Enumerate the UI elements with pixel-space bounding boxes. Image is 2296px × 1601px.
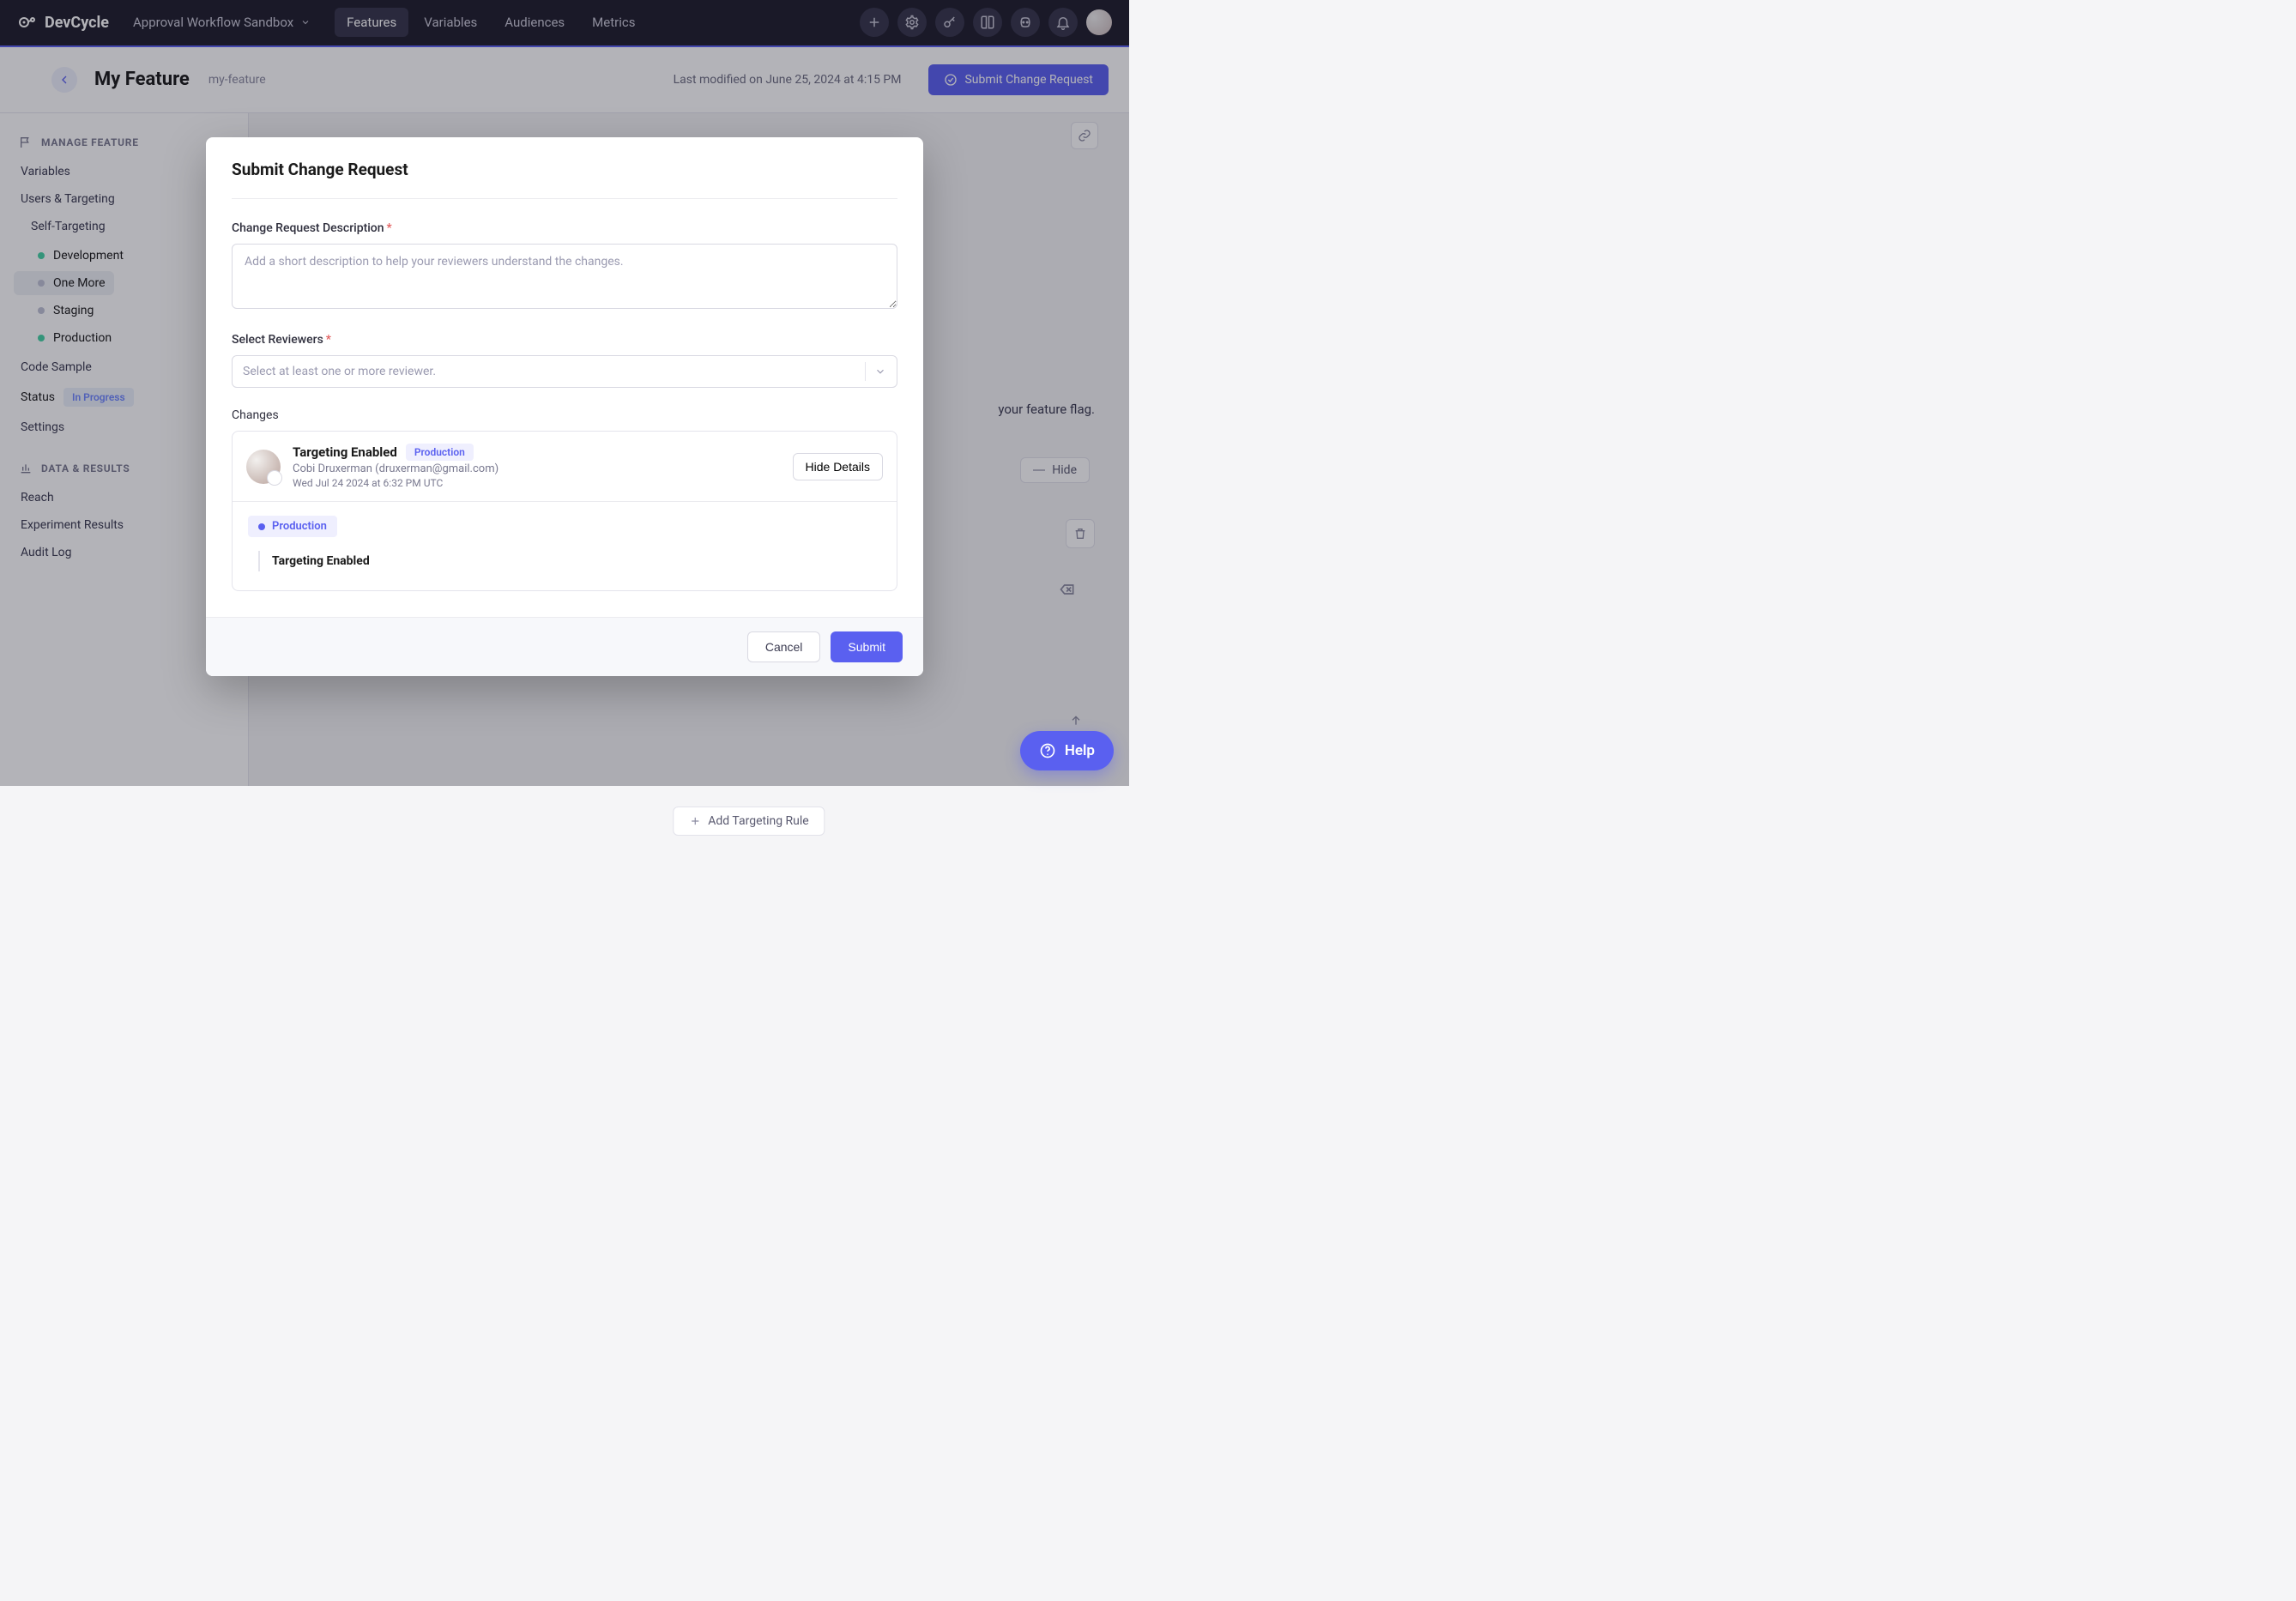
dot-icon [258, 523, 265, 530]
required-marker: * [387, 221, 392, 235]
change-author: Cobi Druxerman (druxerman@gmail.com) [293, 462, 498, 475]
plus-icon [689, 815, 701, 827]
description-label: Change Request Description* [232, 221, 897, 235]
detail-line: Targeting Enabled [258, 551, 881, 571]
cancel-button[interactable]: Cancel [747, 631, 821, 662]
required-marker: * [326, 333, 331, 347]
changes-card: Targeting Enabled Production Cobi Druxer… [232, 431, 897, 591]
author-avatar [246, 450, 281, 484]
help-icon [1039, 742, 1056, 759]
modal-overlay[interactable]: Submit Change Request Change Request Des… [0, 0, 1129, 786]
change-timestamp: Wed Jul 24 2024 at 6:32 PM UTC [293, 477, 498, 489]
detail-environment-chip: Production [248, 516, 337, 537]
changes-label: Changes [232, 408, 897, 422]
environment-tag: Production [406, 444, 474, 461]
reviewers-select[interactable]: Select at least one or more reviewer. [232, 355, 897, 388]
change-title: Targeting Enabled [293, 444, 397, 460]
hide-details-button[interactable]: Hide Details [793, 453, 883, 480]
submit-button[interactable]: Submit [831, 631, 903, 662]
submit-change-request-modal: Submit Change Request Change Request Des… [206, 137, 923, 676]
reviewers-label: Select Reviewers* [232, 333, 897, 347]
description-input[interactable] [232, 244, 897, 309]
modal-title: Submit Change Request [232, 160, 897, 199]
help-label: Help [1065, 742, 1095, 759]
chevron-down-icon [874, 366, 886, 378]
add-targeting-rule-button[interactable]: Add Targeting Rule [673, 807, 825, 836]
help-fab[interactable]: Help [1020, 731, 1114, 770]
reviewers-placeholder: Select at least one or more reviewer. [243, 365, 436, 378]
